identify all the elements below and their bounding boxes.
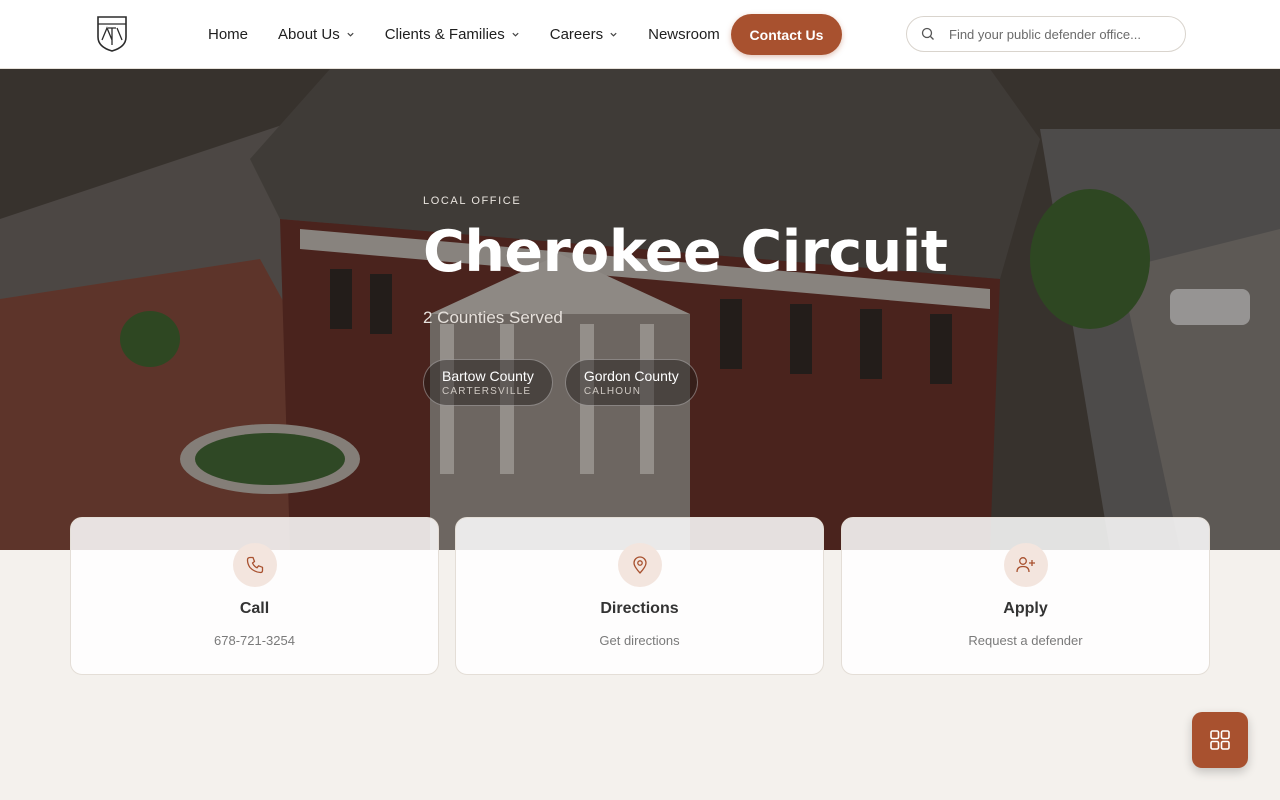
card-title: Call: [239, 600, 270, 617]
county-name: Gordon County: [583, 368, 679, 384]
card-title: Apply: [1003, 600, 1048, 617]
county-name: Bartow County: [442, 368, 534, 384]
apps-menu-button[interactable]: [1192, 712, 1248, 768]
page-title: Cherokee Circuit: [423, 219, 948, 285]
grid-icon: [1210, 730, 1230, 750]
county-city: CALHOUN: [583, 386, 642, 397]
hero-subtitle: 2 Counties Served: [423, 308, 563, 327]
phone-icon: [246, 556, 263, 574]
main-nav: Home About Us Clients & Families Careers…: [208, 0, 750, 69]
chevron-down-icon: [347, 32, 354, 37]
site-header: Home About Us Clients & Families Careers…: [0, 0, 1280, 69]
nav-careers-label: Careers: [549, 26, 604, 43]
call-card[interactable]: Call 678-721-3254: [70, 517, 439, 675]
nav-about-us[interactable]: About Us: [278, 26, 355, 43]
card-icon-badge: [1003, 543, 1048, 587]
map-pin-icon: [632, 556, 647, 574]
card-subtitle: 678-721-3254: [214, 633, 295, 648]
contact-us-button[interactable]: Contact Us: [731, 14, 842, 55]
hero-overlay: [0, 69, 1280, 550]
card-icon-badge: [232, 543, 277, 587]
user-plus-icon: [1015, 557, 1035, 573]
county-pill-bartow[interactable]: Bartow County CARTERSVILLE: [423, 359, 553, 406]
card-icon-badge: [617, 543, 662, 587]
office-search: [906, 16, 1186, 52]
chevron-down-icon: [610, 32, 617, 37]
nav-home[interactable]: Home: [208, 26, 248, 43]
chevron-down-icon: [512, 32, 519, 37]
nav-about-us-label: About Us: [278, 26, 340, 43]
directions-card[interactable]: Directions Get directions: [455, 517, 824, 675]
card-subtitle: Get directions: [599, 633, 680, 648]
shield-logo-icon[interactable]: [96, 15, 128, 53]
search-input[interactable]: [949, 26, 1169, 42]
nav-clients-families[interactable]: Clients & Families: [385, 26, 520, 43]
nav-clients-families-label: Clients & Families: [384, 26, 505, 43]
nav-home-label: Home: [208, 26, 249, 43]
hero-section: LOCAL OFFICE Cherokee Circuit 2 Counties…: [0, 69, 1280, 550]
nav-newsroom[interactable]: Newsroom: [648, 26, 720, 43]
county-list: Bartow County CARTERSVILLE Gordon County…: [423, 359, 710, 406]
apply-card[interactable]: Apply Request a defender: [841, 517, 1210, 675]
nav-newsroom-label: Newsroom: [648, 26, 720, 43]
nav-careers[interactable]: Careers: [550, 26, 618, 43]
county-city: CARTERSVILLE: [442, 386, 532, 397]
card-title: Directions: [600, 600, 679, 617]
hero-eyebrow: LOCAL OFFICE: [423, 195, 522, 207]
card-subtitle: Request a defender: [968, 633, 1083, 648]
county-pill-gordon[interactable]: Gordon County CALHOUN: [564, 359, 698, 406]
search-icon: [921, 27, 934, 40]
